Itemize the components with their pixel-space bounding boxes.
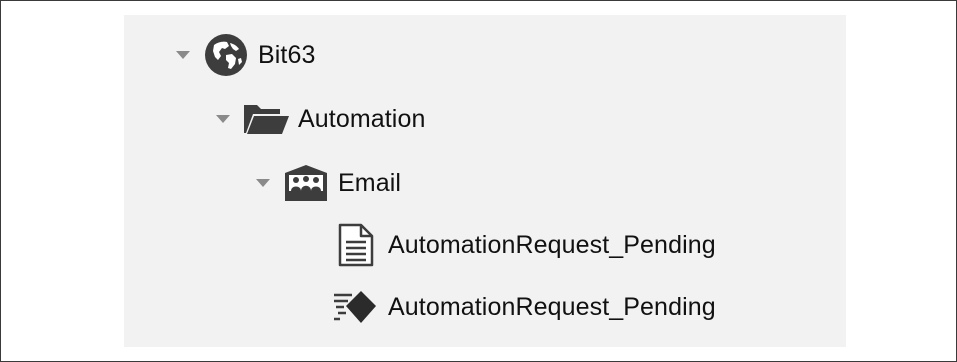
expand-toggle-triangle-icon[interactable]	[212, 108, 234, 130]
tree-node-email[interactable]: Email	[252, 161, 401, 205]
tree-view: Bit63 Automation Email AutomationRequest…	[124, 15, 846, 347]
globe-icon	[202, 33, 250, 77]
tree-node-label: Bit63	[258, 40, 316, 69]
tree-node-bit63[interactable]: Bit63	[172, 33, 315, 77]
expand-toggle-triangle-icon[interactable]	[252, 172, 274, 194]
tree-node-automationrequest-pending-document[interactable]: AutomationRequest_Pending	[332, 223, 716, 267]
tree-node-automationrequest-pending-event[interactable]: AutomationRequest_Pending	[332, 285, 716, 329]
tree-node-label: Email	[338, 168, 402, 197]
document-icon	[332, 223, 380, 267]
email-group-icon	[282, 161, 330, 205]
event-diamond-icon	[332, 285, 380, 329]
folder-open-icon	[242, 97, 290, 141]
tree-node-automation[interactable]: Automation	[212, 97, 425, 141]
tree-node-label: AutomationRequest_Pending	[388, 292, 716, 321]
tree-node-label: AutomationRequest_Pending	[388, 230, 716, 259]
tree-node-label: Automation	[298, 104, 426, 133]
expand-toggle-triangle-icon[interactable]	[172, 44, 194, 66]
window-frame: Bit63 Automation Email AutomationRequest…	[0, 0, 957, 362]
